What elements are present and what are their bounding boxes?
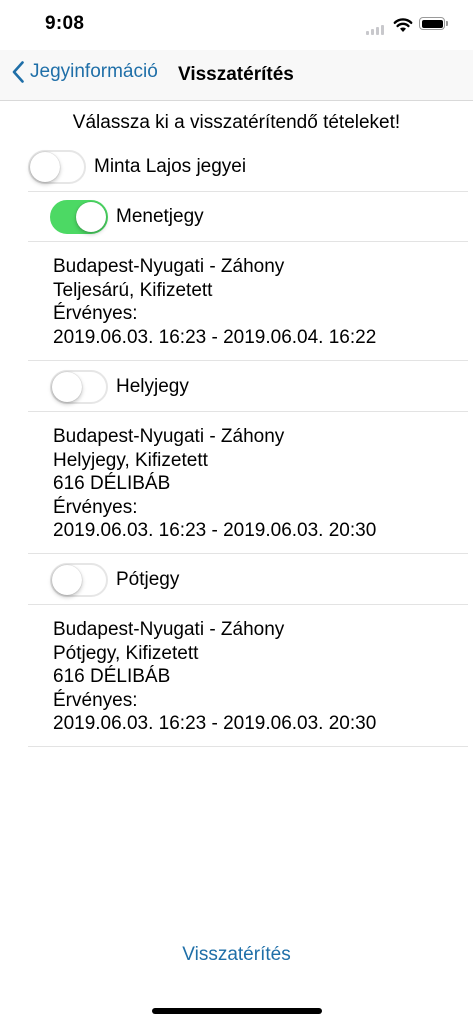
- route: Budapest-Nyugati - Záhony: [53, 619, 285, 640]
- fare-status: Teljesárú, Kifizetett: [53, 279, 213, 301]
- status-time: 9:08: [45, 13, 85, 34]
- refund-button[interactable]: Visszatérítés: [0, 944, 473, 966]
- route: Budapest-Nyugati - Záhony: [53, 426, 285, 447]
- cellular-signal-icon: [366, 25, 386, 35]
- validity-period: 2019.06.03. 16:23 - 2019.06.04. 16:22: [53, 326, 377, 348]
- ticket-toggle-menetjegy[interactable]: [50, 199, 108, 234]
- ticket-details-potjegy: Budapest-Nyugati - Záhony Pótjegy, Kifiz…: [28, 618, 468, 747]
- fare-status: Helyjegy, Kifizetett: [53, 449, 208, 471]
- ticket-details-helyjegy: Budapest-Nyugati - Záhony Helyjegy, Kifi…: [28, 425, 468, 554]
- toggle-knob: [76, 201, 106, 232]
- toggle-knob: [52, 371, 82, 402]
- refund-screen: 9:08 Jegyinformáció Visszatérítés Válass…: [0, 0, 473, 1024]
- navigation-bar: Jegyinformáció Visszatérítés: [0, 50, 473, 101]
- ticket-toggle-helyjegy[interactable]: [50, 369, 108, 404]
- status-bar: 9:08: [0, 0, 473, 50]
- instruction-text: Válassza ki a visszatérítendő tételeket!: [72, 112, 401, 133]
- passenger-label: Minta Lajos jegyei: [94, 155, 247, 177]
- ticket-row-potjegy: Pótjegy: [28, 555, 468, 605]
- page-title: Visszatérítés: [178, 64, 294, 85]
- battery-tip: [446, 21, 448, 26]
- chevron-left-icon: [12, 61, 24, 83]
- battery-icon: [419, 17, 445, 30]
- wifi-icon: [393, 18, 413, 32]
- ticket-toggle-potjegy[interactable]: [50, 562, 108, 597]
- ticket-label: Pótjegy: [116, 568, 180, 590]
- home-indicator[interactable]: [152, 1008, 322, 1014]
- validity-period: 2019.06.03. 16:23 - 2019.06.03. 20:30: [53, 713, 377, 734]
- validity-label: Érvényes:: [53, 689, 138, 711]
- ticket-details-menetjegy: Budapest-Nyugati - Záhony Teljesárú, Kif…: [28, 255, 468, 361]
- validity-label: Érvényes:: [53, 496, 138, 518]
- train-name: 616 DÉLIBÁB: [53, 473, 171, 494]
- ticket-row-menetjegy: Menetjegy: [28, 192, 468, 242]
- passenger-row: Minta Lajos jegyei: [28, 142, 468, 192]
- ticket-label: Menetjegy: [116, 205, 204, 227]
- validity-period: 2019.06.03. 16:23 - 2019.06.03. 20:30: [53, 520, 377, 541]
- toggle-knob: [30, 151, 60, 182]
- ticket-label: Helyjegy: [116, 375, 189, 397]
- passenger-toggle[interactable]: [28, 149, 86, 184]
- fare-status: Pótjegy, Kifizetett: [53, 642, 199, 664]
- back-button-label: Jegyinformáció: [30, 61, 158, 82]
- ticket-row-helyjegy: Helyjegy: [28, 362, 468, 412]
- route: Budapest-Nyugati - Záhony: [53, 256, 285, 277]
- validity-label: Érvényes:: [53, 303, 138, 324]
- toggle-knob: [52, 564, 82, 595]
- train-name: 616 DÉLIBÁB: [53, 666, 171, 687]
- back-button[interactable]: Jegyinformáció: [12, 61, 158, 83]
